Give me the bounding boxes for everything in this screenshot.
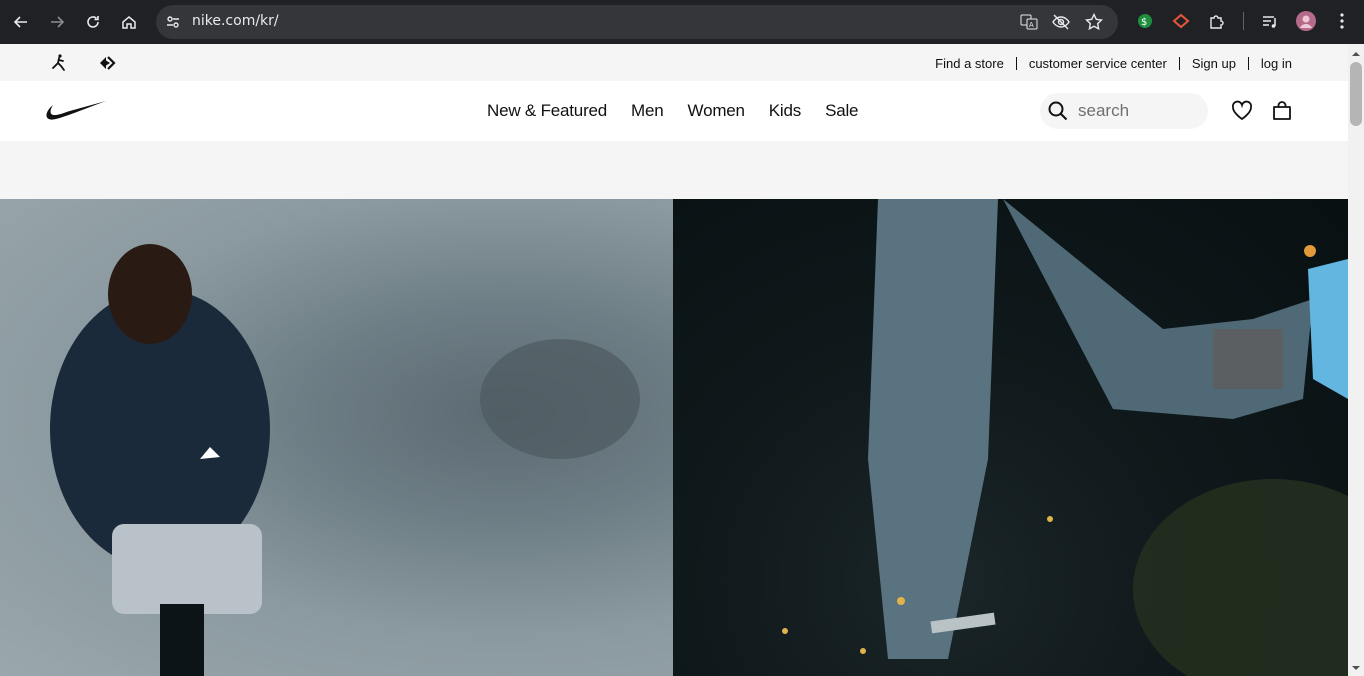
svg-text:A: A	[1029, 22, 1034, 29]
media-icon[interactable]	[1259, 10, 1281, 32]
promo-strip	[0, 141, 1348, 199]
home-icon[interactable]	[117, 10, 141, 34]
menu-women[interactable]: Women	[688, 101, 745, 121]
customer-service-link[interactable]: customer service center	[1017, 56, 1179, 71]
hero-banner[interactable]	[0, 199, 1348, 676]
toolbar-divider	[1243, 12, 1244, 30]
heart-icon[interactable]	[1230, 99, 1254, 123]
eye-off-icon[interactable]	[1052, 13, 1070, 31]
log-in-link[interactable]: log in	[1249, 56, 1292, 71]
jordan-icon[interactable]	[48, 52, 70, 74]
search-icon[interactable]	[1047, 100, 1069, 122]
svg-text:$: $	[1141, 17, 1147, 28]
bag-icon[interactable]	[1270, 99, 1294, 123]
address-bar[interactable]: nike.com/kr/ A	[156, 5, 1118, 39]
primary-menu: New & Featured Men Women Kids Sale	[487, 101, 859, 121]
find-store-link[interactable]: Find a store	[923, 56, 1016, 71]
extension-green-icon[interactable]: $	[1134, 10, 1156, 32]
translate-icon[interactable]: A	[1020, 13, 1038, 31]
utility-bar: Find a store customer service center Sig…	[0, 44, 1348, 81]
menu-kids[interactable]: Kids	[769, 101, 801, 121]
hero-image-night-run[interactable]	[673, 199, 1348, 676]
search-input[interactable]	[1078, 100, 1198, 122]
puzzle-icon[interactable]	[1206, 10, 1228, 32]
hero-image-runner[interactable]	[0, 199, 673, 676]
nike-swoosh-icon[interactable]	[45, 99, 107, 123]
menu-sale[interactable]: Sale	[825, 101, 858, 121]
menu-new-featured[interactable]: New & Featured	[487, 101, 607, 121]
back-icon[interactable]	[9, 10, 33, 34]
browser-toolbar: nike.com/kr/ A $	[0, 0, 1364, 44]
utility-links: Find a store customer service center Sig…	[923, 56, 1292, 71]
sign-up-link[interactable]: Sign up	[1180, 56, 1248, 71]
site-info-icon[interactable]	[164, 13, 182, 31]
forward-icon[interactable]	[45, 10, 69, 34]
menu-men[interactable]: Men	[631, 101, 664, 121]
extension-red-icon[interactable]	[1170, 10, 1192, 32]
scroll-up-icon[interactable]	[1352, 50, 1360, 58]
reload-icon[interactable]	[81, 10, 105, 34]
profile-avatar[interactable]	[1295, 10, 1317, 32]
page-scrollbar[interactable]	[1348, 44, 1364, 676]
search-box[interactable]	[1040, 93, 1208, 129]
menu-dots-icon[interactable]	[1331, 10, 1353, 32]
scroll-down-icon[interactable]	[1352, 664, 1360, 672]
scroll-thumb[interactable]	[1350, 62, 1362, 126]
converse-icon[interactable]	[96, 52, 118, 74]
url-text[interactable]: nike.com/kr/	[192, 13, 279, 29]
star-icon[interactable]	[1085, 13, 1103, 31]
main-navigation: New & Featured Men Women Kids Sale	[0, 81, 1348, 141]
